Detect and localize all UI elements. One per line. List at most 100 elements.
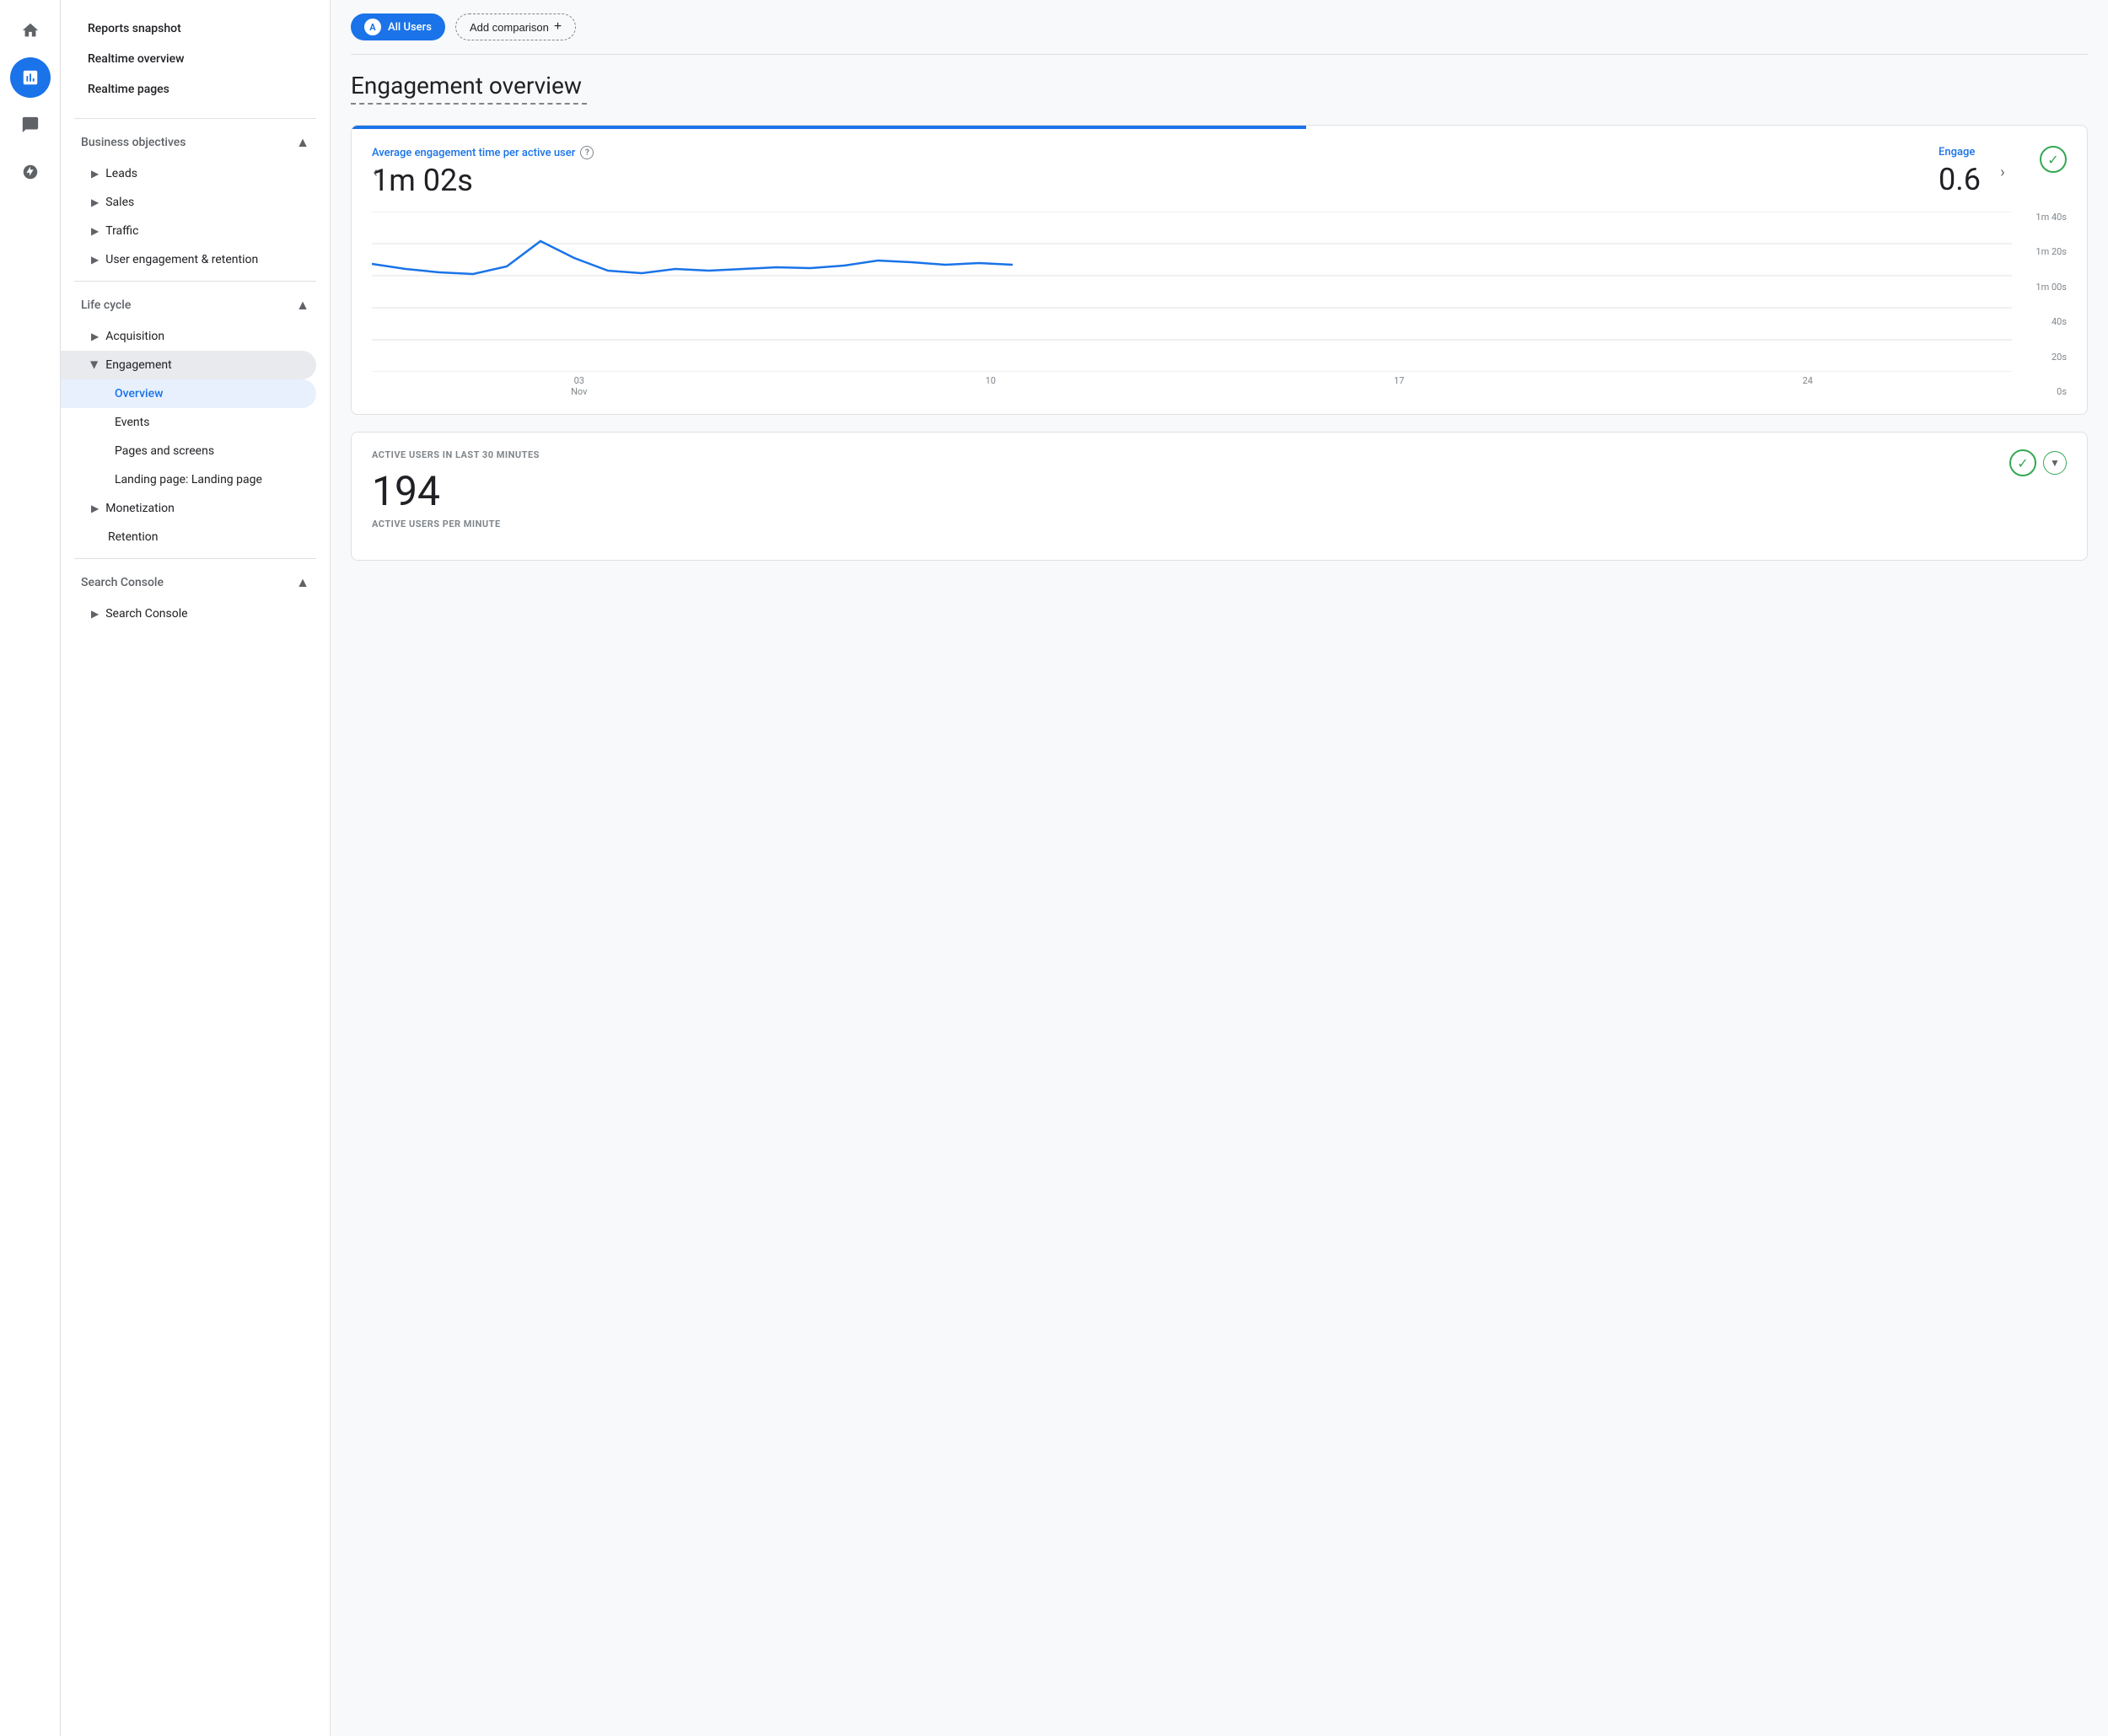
search-console-item-label: Search Console [105,607,187,621]
user-engagement-label: User engagement & retention [105,253,258,266]
check-icon[interactable]: ✓ [2040,146,2067,173]
add-comparison-label: Add comparison [470,21,549,34]
segment-avatar: A [364,19,381,35]
arrow-icon: ▶ [91,225,99,237]
arrow-icon: ▶ [91,168,99,180]
monetization-label: Monetization [105,502,175,515]
active-users-card: ACTIVE USERS IN LAST 30 MINUTES 194 ACTI… [351,432,2088,561]
nav-top-items: Reports snapshot Realtime overview Realt… [61,7,330,111]
metric-nav-left-button[interactable]: ‹ [362,159,389,185]
active-users-left: ACTIVE USERS IN LAST 30 MINUTES 194 ACTI… [372,449,540,543]
realtime-pages[interactable]: Realtime pages [74,74,316,105]
life-cycle-label: Life cycle [81,298,131,312]
nav-divider-1 [74,118,316,119]
leads-item[interactable]: ▶ Leads [61,159,316,188]
x-label-10: 10 [986,375,996,397]
business-objectives-section: Business objectives ▲ ▶ Leads ▶ Sales ▶ … [61,126,330,274]
x-label-24: 24 [1803,375,1813,397]
card-content: ‹ Average engagement time per active use… [352,129,2087,414]
metric-nav-right-button[interactable]: › [1989,159,2016,185]
y-label-1: 1m 20s [2016,246,2067,257]
search-console-section-label: Search Console [81,576,164,589]
business-objectives-header[interactable]: Business objectives ▲ [61,126,330,159]
life-cycle-header[interactable]: Life cycle ▲ [61,288,330,322]
acquisition-label: Acquisition [105,330,164,343]
active-users-card-content: ACTIVE USERS IN LAST 30 MINUTES 194 ACTI… [352,433,2087,560]
y-label-5: 0s [2016,386,2067,397]
engagement-item[interactable]: ▶ Engagement [61,351,316,379]
y-label-3: 40s [2016,316,2067,327]
page-title: Engagement overview [351,72,2088,99]
y-label-2: 1m 00s [2016,282,2067,293]
sales-label: Sales [105,196,134,209]
reports-snapshot[interactable]: Reports snapshot [74,13,316,44]
acquisition-item[interactable]: ▶ Acquisition [61,322,316,351]
metric-block-1: Average engagement time per active user … [372,146,1939,198]
overview-sub-item[interactable]: Overview [61,379,316,408]
info-icon[interactable]: ? [580,146,594,159]
search-console-item[interactable]: ▶ Search Console [61,599,316,628]
card2-top-row: ACTIVE USERS IN LAST 30 MINUTES 194 ACTI… [372,449,2067,543]
nav-sidebar: Reports snapshot Realtime overview Realt… [61,0,331,1736]
chevron-up-icon: ▲ [296,574,309,591]
retention-label: Retention [91,530,159,544]
traffic-label: Traffic [105,224,138,238]
y-label-4: 20s [2016,352,2067,363]
arrow-icon: ▶ [91,331,99,342]
title-underline [351,103,587,105]
icon-sidebar [0,0,61,1736]
engagement-metric-card: ‹ Average engagement time per active use… [351,125,2088,415]
retention-item[interactable]: Retention [61,523,316,551]
plus-icon: + [554,19,562,35]
realtime-overview[interactable]: Realtime overview [74,44,316,74]
metric-row: ‹ Average engagement time per active use… [372,146,2067,198]
life-cycle-section: Life cycle ▲ ▶ Acquisition ▶ Engagement … [61,288,330,551]
metric-2-label: Engage [1939,146,2019,159]
arrow-icon: ▶ [91,196,99,208]
nav-divider-3 [74,558,316,559]
engagement-label: Engagement [105,358,171,372]
metric-1-label: Average engagement time per active user … [372,146,1918,159]
leads-label: Leads [105,167,137,180]
sales-item[interactable]: ▶ Sales [61,188,316,217]
chart-y-labels: 1m 40s 1m 20s 1m 00s 40s 20s 0s [2016,212,2067,397]
active-check-icon[interactable]: ✓ [2009,449,2036,476]
arrow-icon: ▶ [91,503,99,514]
add-comparison-button[interactable]: Add comparison + [455,13,576,40]
events-sub-item[interactable]: Events [61,408,316,437]
all-users-segment[interactable]: A All Users [351,13,445,40]
metric-1-value: 1m 02s [372,163,1918,198]
chart-x-labels: 03 Nov 10 17 24 [372,375,2012,397]
chat-icon[interactable] [10,105,51,145]
chevron-up-icon: ▲ [296,297,309,314]
arrow-icon: ▶ [91,254,99,266]
dropdown-button[interactable]: ▼ [2043,451,2067,475]
x-label-17: 17 [1394,375,1404,397]
arrow-icon: ▶ [91,608,99,620]
active-users-per-min-label: ACTIVE USERS PER MINUTE [372,519,540,529]
pages-and-screens-sub-item[interactable]: Pages and screens [61,437,316,465]
main-content: A All Users Add comparison + Engagement … [331,0,2108,1736]
chart-grid-lines [372,212,2012,372]
landing-page-sub-item[interactable]: Landing page: Landing page [61,465,316,494]
card2-actions: ✓ ▼ [2009,449,2067,476]
active-users-value: 194 [372,467,540,515]
traffic-item[interactable]: ▶ Traffic [61,217,316,245]
monetization-item[interactable]: ▶ Monetization [61,494,316,523]
chart-area: 1m 40s 1m 20s 1m 00s 40s 20s 0s 03 Nov 1… [372,212,2067,397]
x-label-03: 03 Nov [571,375,587,397]
assistant-icon[interactable] [10,152,51,192]
home-icon[interactable] [10,10,51,51]
search-console-header[interactable]: Search Console ▲ [61,566,330,599]
top-bar: A All Users Add comparison + [351,13,2088,55]
active-users-label: ACTIVE USERS IN LAST 30 MINUTES [372,449,540,460]
search-console-section: Search Console ▲ ▶ Search Console [61,566,330,628]
y-label-0: 1m 40s [2016,212,2067,223]
nav-divider-2 [74,281,316,282]
user-engagement-item[interactable]: ▶ User engagement & retention [61,245,316,274]
analytics-icon[interactable] [10,57,51,98]
arrow-down-icon: ▶ [89,361,101,368]
business-objectives-label: Business objectives [81,136,186,149]
chevron-up-icon: ▲ [296,134,309,151]
segment-label: All Users [388,21,432,34]
